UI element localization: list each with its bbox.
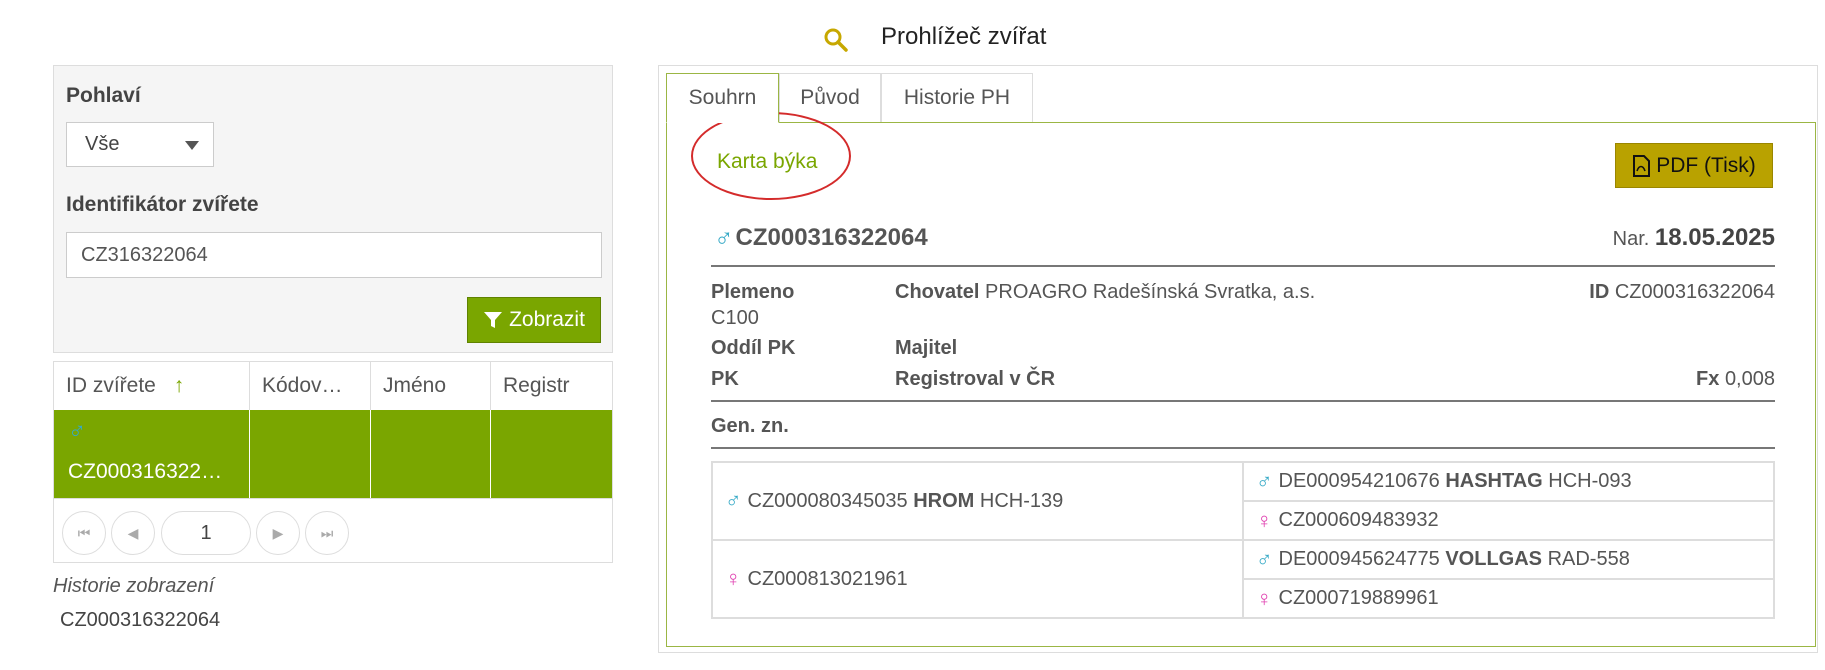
column-header-id[interactable]: ID zvířete ↑ bbox=[54, 362, 250, 410]
table-cell-name bbox=[371, 410, 491, 498]
pdf-icon bbox=[1633, 154, 1651, 177]
gen-label: Gen. zn. bbox=[711, 415, 789, 437]
search-icon bbox=[822, 26, 850, 54]
sex-label: Pohlaví bbox=[66, 84, 141, 107]
filter-panel: Pohlaví Vše Identifikátor zvířete Zobraz… bbox=[53, 65, 613, 353]
sort-asc-icon: ↑ bbox=[173, 374, 185, 397]
female-icon: ♀ bbox=[725, 566, 742, 591]
pedigree-sire-sire[interactable]: ♂ DE000954210676 HASHTAG HCH-093 bbox=[1243, 462, 1774, 501]
pdf-button-label: PDF (Tisk) bbox=[1656, 153, 1756, 177]
table-cell-registry bbox=[491, 410, 612, 498]
last-page-button[interactable]: ⏭ bbox=[305, 511, 349, 555]
divider bbox=[711, 447, 1775, 449]
last-page-icon: ⏭ bbox=[320, 524, 334, 541]
female-icon: ♀ bbox=[1256, 507, 1273, 533]
pedigree-dam-sire[interactable]: ♂ DE000945624775 VOLLGAS RAD-558 bbox=[1243, 540, 1774, 579]
prev-page-button[interactable]: ◀ bbox=[111, 511, 155, 555]
caret-down-icon bbox=[185, 141, 199, 150]
divider bbox=[711, 400, 1775, 402]
male-icon: ♂ bbox=[68, 418, 86, 445]
pdf-print-button[interactable]: PDF (Tisk) bbox=[1615, 143, 1773, 188]
page-title: Prohlížeč zvířat bbox=[881, 23, 1047, 50]
male-icon: ♂ bbox=[1256, 468, 1273, 494]
prev-page-icon: ◀ bbox=[127, 524, 139, 541]
next-page-icon: ▶ bbox=[272, 524, 284, 541]
filter-icon bbox=[484, 312, 503, 328]
registered-label: Registroval v ČR bbox=[895, 368, 1056, 390]
herd-section-label: Oddíl PK bbox=[711, 337, 796, 359]
breeder: Chovatel PROAGRO Radešínská Svratka, a.s… bbox=[895, 281, 1316, 303]
birth-date-value: 18.05.2025 bbox=[1654, 224, 1775, 251]
pedigree-dam[interactable]: ♀ CZ000813021961 bbox=[712, 540, 1243, 618]
pedigree-table: ♂ CZ000080345035 HROM HCH-139 ♀ CZ000813… bbox=[711, 461, 1775, 619]
birth-date: Nar. 18.05.2025 bbox=[1612, 224, 1775, 251]
bull-card-link[interactable]: Karta býka bbox=[717, 150, 817, 174]
tab-history-ph[interactable]: Historie PH bbox=[881, 73, 1033, 123]
divider bbox=[711, 265, 1775, 267]
show-button[interactable]: Zobrazit bbox=[467, 297, 601, 343]
pager: ⏮ ◀ 1 ▶ ⏭ bbox=[54, 498, 612, 562]
animal-grid: ID zvířete ↑ Kódov… Jméno Registr ♂ CZ00… bbox=[53, 361, 613, 563]
table-row[interactable]: ♂ CZ000316322… bbox=[54, 410, 612, 498]
first-page-icon: ⏮ bbox=[77, 524, 91, 541]
column-header-code[interactable]: Kódov… bbox=[250, 362, 371, 410]
animal-id-input[interactable] bbox=[66, 232, 602, 278]
animal-id-label: Identifikátor zvířete bbox=[66, 193, 259, 216]
sex-select-value: Vše bbox=[85, 133, 120, 155]
first-page-button[interactable]: ⏮ bbox=[62, 511, 106, 555]
breed-value: C100 bbox=[711, 307, 759, 329]
column-header-name[interactable]: Jméno bbox=[371, 362, 491, 410]
history-item[interactable]: CZ000316322064 bbox=[60, 609, 220, 632]
next-page-button[interactable]: ▶ bbox=[256, 511, 300, 555]
fx-field: Fx 0,008 bbox=[1696, 368, 1775, 390]
pedigree-sire[interactable]: ♂ CZ000080345035 HROM HCH-139 bbox=[712, 462, 1243, 540]
detail-panel: Souhrn Původ Historie PH Karta býka PDF … bbox=[658, 65, 1818, 653]
animal-heading: ♂ CZ000316322064 bbox=[714, 222, 928, 253]
current-page[interactable]: 1 bbox=[161, 511, 251, 555]
table-cell-id: ♂ CZ000316322… bbox=[54, 410, 250, 498]
male-icon: ♂ bbox=[1256, 546, 1273, 572]
animal-id: CZ000316322064 bbox=[735, 223, 928, 251]
table-cell-code bbox=[250, 410, 371, 498]
id-field: ID CZ000316322064 bbox=[1589, 281, 1775, 303]
male-icon: ♂ bbox=[714, 222, 734, 252]
breed-label: Plemeno bbox=[711, 281, 795, 303]
show-button-label: Zobrazit bbox=[509, 308, 585, 331]
sex-select[interactable]: Vše bbox=[66, 122, 214, 167]
history-title: Historie zobrazení bbox=[53, 575, 215, 597]
owner-label: Majitel bbox=[895, 337, 958, 359]
pedigree-dam-dam[interactable]: ♀ CZ000719889961 bbox=[1243, 579, 1774, 618]
animal-id-value: CZ000316322… bbox=[68, 460, 223, 483]
pedigree-sire-dam[interactable]: ♀ CZ000609483932 bbox=[1243, 501, 1774, 540]
pk-label: PK bbox=[711, 368, 739, 390]
tab-summary[interactable]: Souhrn bbox=[666, 73, 779, 123]
column-header-registry[interactable]: Registr bbox=[491, 362, 612, 410]
male-icon: ♂ bbox=[725, 488, 742, 513]
female-icon: ♀ bbox=[1256, 585, 1273, 611]
